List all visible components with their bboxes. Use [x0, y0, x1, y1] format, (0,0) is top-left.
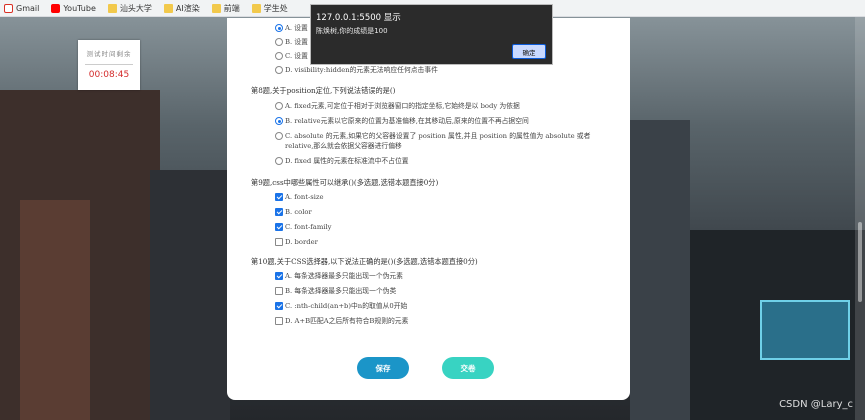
checkbox-checked[interactable] — [275, 302, 283, 310]
checkbox-checked[interactable] — [275, 223, 283, 231]
bookmark-folder-stu[interactable]: 汕头大学 — [107, 3, 152, 14]
option-text: C. absolute 的元素,如果它的父容器设置了 position 属性,并… — [285, 132, 591, 150]
bookmark-label: YouTube — [63, 3, 96, 13]
q7-option-d[interactable]: D. visibility:hidden的元素无法响应任何点击事件 — [275, 65, 438, 75]
option-text: C. font-family — [285, 223, 332, 231]
folder-icon — [251, 3, 261, 13]
q8-option-d[interactable]: D. fixed 属性的元素在标准流中不占位置 — [275, 156, 615, 166]
alert-ok-button[interactable]: 确定 — [512, 44, 546, 59]
bookmark-label: 汕头大学 — [119, 3, 152, 13]
bookmark-folder-student[interactable]: 学生处 — [251, 3, 288, 14]
folder-icon — [107, 3, 117, 13]
option-text: C. :nth-child(an+b)中n的取值从0开始 — [285, 302, 408, 310]
option-text: A. fixed元素,可定位于相对于浏览器窗口的指定坐标,它始终是以 body … — [285, 102, 520, 110]
scrollbar-thumb[interactable] — [858, 222, 862, 302]
checkbox-checked[interactable] — [275, 272, 283, 280]
submit-exam-button[interactable]: 交卷 — [442, 357, 494, 379]
radio[interactable] — [275, 52, 283, 60]
q9-option-d[interactable]: D. border — [275, 237, 318, 247]
radio[interactable] — [275, 66, 283, 74]
timer-divider — [85, 64, 133, 65]
option-text: A. 设置 — [285, 24, 308, 32]
question-8-title: 第8题,关于position定位,下列说法错误的是() — [251, 86, 396, 95]
checkbox-checked[interactable] — [275, 193, 283, 201]
radio-selected[interactable] — [275, 24, 283, 32]
q10-option-c[interactable]: C. :nth-child(an+b)中n的取值从0开始 — [275, 301, 407, 311]
page-scrollbar[interactable] — [855, 17, 865, 420]
folder-icon — [163, 3, 173, 13]
q10-option-b[interactable]: B. 每条选择器最多只能出现一个伪类 — [275, 286, 396, 296]
option-text: A. 每条选择器最多只能出现一个伪元素 — [285, 272, 403, 280]
alert-message: 陈焕树,你的成绩是100 — [316, 27, 388, 35]
timer-value: 00:08:45 — [88, 70, 130, 80]
radio[interactable] — [275, 38, 283, 46]
bookmark-youtube[interactable]: YouTube — [51, 3, 96, 13]
bookmark-label: Gmail — [16, 3, 40, 13]
save-button[interactable]: 保存 — [357, 357, 409, 379]
q9-option-c[interactable]: C. font-family — [275, 222, 332, 232]
alert-title: 127.0.0.1:5500 显示 — [316, 13, 401, 23]
option-text: A. font-size — [285, 193, 324, 201]
quiz-panel: A. 设置 B. 设置 C. 设置 D. visibility:hidden的元… — [227, 18, 630, 400]
bookmark-folder-frontend[interactable]: 前端 — [211, 3, 240, 14]
q8-option-b[interactable]: B. relative元素以它原来的位置为基准偏移,在其移动后,原来的位置不再占… — [275, 116, 615, 126]
watermark: CSDN @Lary_c — [779, 399, 853, 410]
q10-option-d[interactable]: D. A+B匹配A之后所有符合B规则的元素 — [275, 316, 408, 326]
q8-option-c[interactable]: C. absolute 的元素,如果它的父容器设置了 position 属性,并… — [275, 131, 595, 151]
checkbox-checked[interactable] — [275, 208, 283, 216]
option-text: B. color — [285, 208, 312, 216]
folder-icon — [211, 3, 221, 13]
alert-dialog: 127.0.0.1:5500 显示 陈焕树,你的成绩是100 确定 — [310, 4, 553, 65]
bookmark-label: AI渲染 — [175, 3, 200, 13]
gmail-icon — [4, 3, 13, 13]
q10-option-a[interactable]: A. 每条选择器最多只能出现一个伪元素 — [275, 271, 403, 281]
timer-title: 测试时间剩余 — [86, 50, 132, 58]
option-text: B. relative元素以它原来的位置为基准偏移,在其移动后,原来的位置不再占… — [285, 117, 529, 125]
checkbox[interactable] — [275, 287, 283, 295]
option-text: D. fixed 属性的元素在标准流中不占位置 — [285, 157, 409, 165]
question-9-title: 第9题,css中哪些属性可以继承()(多选题,选错本题直接0分) — [251, 178, 439, 187]
q9-option-a[interactable]: A. font-size — [275, 192, 324, 202]
option-text: C. 设置 — [285, 52, 308, 60]
countdown-timer: 测试时间剩余 00:08:45 — [78, 40, 140, 90]
radio[interactable] — [275, 102, 283, 110]
radio[interactable] — [275, 132, 283, 140]
question-10-title: 第10题,关于CSS选择器,以下说法正确的是()(多选题,选错本题直接0分) — [251, 257, 478, 266]
radio-selected[interactable] — [275, 117, 283, 125]
q7-option-a[interactable]: A. 设置 — [275, 23, 308, 33]
option-text: B. 设置 — [285, 38, 308, 46]
option-text: D. A+B匹配A之后所有符合B规则的元素 — [285, 317, 409, 325]
q7-option-c[interactable]: C. 设置 — [275, 51, 308, 61]
youtube-icon — [51, 3, 61, 13]
option-text: B. 每条选择器最多只能出现一个伪类 — [285, 287, 397, 295]
bookmark-gmail[interactable]: Gmail — [4, 3, 40, 13]
checkbox[interactable] — [275, 317, 283, 325]
option-text: D. border — [285, 238, 318, 246]
checkbox[interactable] — [275, 238, 283, 246]
q8-option-a[interactable]: A. fixed元素,可定位于相对于浏览器窗口的指定坐标,它始终是以 body … — [275, 101, 615, 111]
q9-option-b[interactable]: B. color — [275, 207, 312, 217]
bookmark-label: 前端 — [223, 3, 240, 13]
option-text: D. visibility:hidden的元素无法响应任何点击事件 — [285, 66, 438, 74]
radio[interactable] — [275, 157, 283, 165]
bookmark-label: 学生处 — [263, 3, 288, 13]
bookmark-folder-ai[interactable]: AI渲染 — [163, 3, 200, 14]
q7-option-b[interactable]: B. 设置 — [275, 37, 308, 47]
